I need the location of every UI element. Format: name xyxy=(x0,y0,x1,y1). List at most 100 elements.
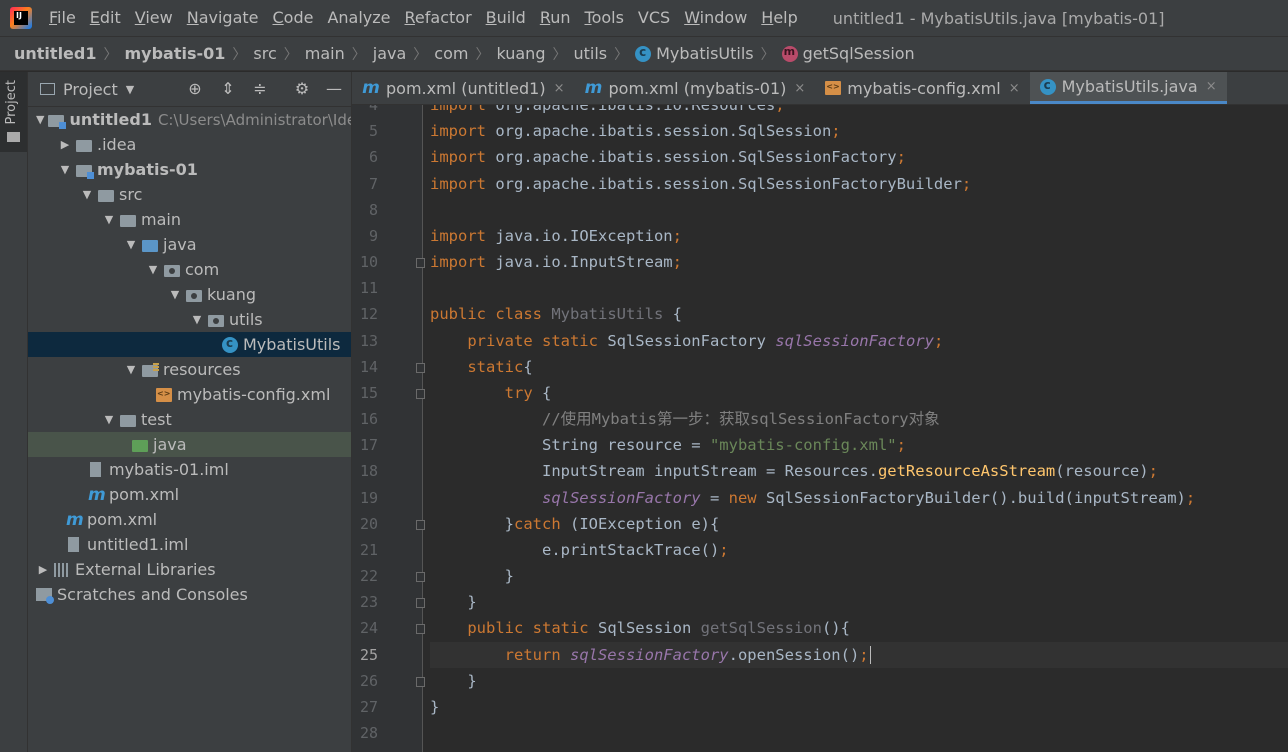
expanded-arrow-icon[interactable]: ▼ xyxy=(146,263,160,276)
collapse-all-icon[interactable]: ≑ xyxy=(250,79,270,99)
tree-item[interactable]: ▼ main xyxy=(28,207,351,232)
tree-item[interactable]: ▼ mybatis-01 xyxy=(28,157,351,182)
breadcrumb-item[interactable]: utils xyxy=(573,44,607,63)
code-line[interactable]: import org.apache.ibatis.session.SqlSess… xyxy=(430,144,1288,170)
code-editor[interactable]: 4 5 6 7 8 9 10 11 12 13 14 15 16 17 18 19 20 21 22 23 24 25 26… xyxy=(352,105,1288,752)
fold-marker-icon[interactable] xyxy=(416,624,425,635)
tree-item[interactable]: mybatis-config.xml xyxy=(28,382,351,407)
expanded-arrow-icon[interactable]: ▼ xyxy=(124,363,138,376)
tree-item[interactable]: ▼ src xyxy=(28,182,351,207)
code-line[interactable]: return sqlSessionFactory.openSession(); xyxy=(430,641,1288,668)
locate-target-icon[interactable]: ⊕ xyxy=(185,79,205,99)
menu-view[interactable]: View xyxy=(128,0,180,36)
project-tool-tab[interactable]: Project xyxy=(0,72,27,152)
fold-marker-icon[interactable] xyxy=(416,598,425,609)
close-icon[interactable]: × xyxy=(1206,79,1217,94)
code-line[interactable]: //使用Mybatis第一步：获取sqlSessionFactory对象 xyxy=(430,406,1288,432)
breadcrumb-item[interactable]: main xyxy=(305,44,345,63)
menu-refactor[interactable]: Refactor xyxy=(398,0,479,36)
menu-analyze[interactable]: Analyze xyxy=(320,0,397,36)
code-line[interactable]: String resource = "mybatis-config.xml"; xyxy=(430,432,1288,458)
expanded-arrow-icon[interactable]: ▼ xyxy=(36,113,44,126)
menu-tools[interactable]: Tools xyxy=(578,0,631,36)
expanded-arrow-icon[interactable]: ▼ xyxy=(168,288,182,301)
breadcrumb-item[interactable]: untitled1 xyxy=(14,44,96,63)
code-line[interactable]: e.printStackTrace(); xyxy=(430,537,1288,563)
close-icon[interactable]: × xyxy=(1009,81,1020,96)
expanded-arrow-icon[interactable]: ▼ xyxy=(58,163,72,176)
breadcrumb-item[interactable]: MybatisUtils xyxy=(635,44,754,63)
gear-icon[interactable]: ⚙ xyxy=(292,79,312,99)
breadcrumb-item[interactable]: java xyxy=(373,44,407,63)
menu-build[interactable]: Build xyxy=(479,0,533,36)
collapsed-arrow-icon[interactable]: ▶ xyxy=(58,138,72,151)
tree-item[interactable]: Scratches and Consoles xyxy=(28,582,351,607)
menu-file[interactable]: File xyxy=(42,0,83,36)
tree-item[interactable]: ▼ utils xyxy=(28,307,351,332)
code-line[interactable]: try { xyxy=(430,380,1288,406)
breadcrumb-item[interactable]: mybatis-01 xyxy=(124,44,225,63)
expanded-arrow-icon[interactable]: ▼ xyxy=(102,213,116,226)
expanded-arrow-icon[interactable]: ▼ xyxy=(80,188,94,201)
menu-vcs[interactable]: VCS xyxy=(631,0,677,36)
expanded-arrow-icon[interactable]: ▼ xyxy=(190,313,204,326)
expand-all-icon[interactable]: ⇕ xyxy=(218,79,238,99)
code-line[interactable]: InputStream inputStream = Resources.getR… xyxy=(430,458,1288,484)
project-view-selector[interactable]: Project xyxy=(63,80,118,99)
code-line[interactable] xyxy=(430,720,1288,746)
menu-navigate[interactable]: Navigate xyxy=(180,0,266,36)
editor-tab[interactable]: m pom.xml (untitled1) × xyxy=(352,72,575,104)
breadcrumb-item[interactable]: getSqlSession xyxy=(781,44,915,63)
code-line[interactable]: import org.apache.ibatis.session.SqlSess… xyxy=(430,171,1288,197)
tree-item[interactable]: ▼ resources xyxy=(28,357,351,382)
code-line[interactable]: public class MybatisUtils { xyxy=(430,301,1288,327)
tree-item[interactable]: ▼ untitled1 C:\Users\Administrator\Ide xyxy=(28,107,351,132)
fold-marker-icon[interactable] xyxy=(416,258,425,269)
fold-marker-icon[interactable] xyxy=(416,388,425,399)
fold-marker-icon[interactable] xyxy=(416,572,425,583)
code-line[interactable]: import org.apache.ibatis.session.SqlSess… xyxy=(430,118,1288,144)
editor-tab[interactable]: m pom.xml (mybatis-01) × xyxy=(575,72,816,104)
editor-tab[interactable]: mybatis-config.xml × xyxy=(815,72,1029,104)
expanded-arrow-icon[interactable]: ▼ xyxy=(124,238,138,251)
chevron-down-icon[interactable]: ▼ xyxy=(126,83,134,96)
code-line[interactable]: import java.io.IOException; xyxy=(430,223,1288,249)
tree-item[interactable]: MybatisUtils xyxy=(28,332,351,357)
tree-item[interactable]: m pom.xml xyxy=(28,482,351,507)
code-line[interactable]: } xyxy=(430,589,1288,615)
tree-item[interactable]: mybatis-01.iml xyxy=(28,457,351,482)
fold-marker-icon[interactable] xyxy=(416,676,425,687)
expanded-arrow-icon[interactable]: ▼ xyxy=(102,413,116,426)
tree-item[interactable]: ▼ com xyxy=(28,257,351,282)
code-line[interactable]: }catch (IOException e){ xyxy=(430,511,1288,537)
tree-item[interactable]: java xyxy=(28,432,351,457)
menu-window[interactable]: Window xyxy=(677,0,754,36)
close-icon[interactable]: × xyxy=(794,81,805,96)
tree-item[interactable]: ▶ .idea xyxy=(28,132,351,157)
fold-marker-icon[interactable] xyxy=(416,519,425,530)
code-line[interactable]: sqlSessionFactory = new SqlSessionFactor… xyxy=(430,485,1288,511)
code-line[interactable]: import org.apache.ibatis.io.Resources; xyxy=(430,105,1288,118)
menu-run[interactable]: Run xyxy=(533,0,578,36)
code-line[interactable] xyxy=(430,275,1288,301)
breadcrumb-item[interactable]: com xyxy=(434,44,468,63)
minimize-icon[interactable]: — xyxy=(324,79,344,99)
code-line[interactable] xyxy=(430,197,1288,223)
code-line[interactable]: } xyxy=(430,563,1288,589)
tree-item[interactable]: untitled1.iml xyxy=(28,532,351,557)
code-line[interactable]: public static SqlSession getSqlSession()… xyxy=(430,615,1288,641)
breadcrumb-item[interactable]: src xyxy=(253,44,276,63)
breadcrumb-item[interactable]: kuang xyxy=(496,44,545,63)
menu-edit[interactable]: Edit xyxy=(83,0,128,36)
code-line[interactable]: static{ xyxy=(430,354,1288,380)
menu-help[interactable]: Help xyxy=(754,0,804,36)
tree-item[interactable]: ▼ test xyxy=(28,407,351,432)
code-line[interactable]: private static SqlSessionFactory sqlSess… xyxy=(430,328,1288,354)
code-line[interactable]: } xyxy=(430,668,1288,694)
menu-code[interactable]: Code xyxy=(266,0,321,36)
close-icon[interactable]: × xyxy=(554,81,565,96)
code-line[interactable]: import java.io.InputStream; xyxy=(430,249,1288,275)
editor-tab[interactable]: MybatisUtils.java × xyxy=(1029,72,1227,104)
tree-item[interactable]: ▼ java xyxy=(28,232,351,257)
tree-item[interactable]: ▶ External Libraries xyxy=(28,557,351,582)
